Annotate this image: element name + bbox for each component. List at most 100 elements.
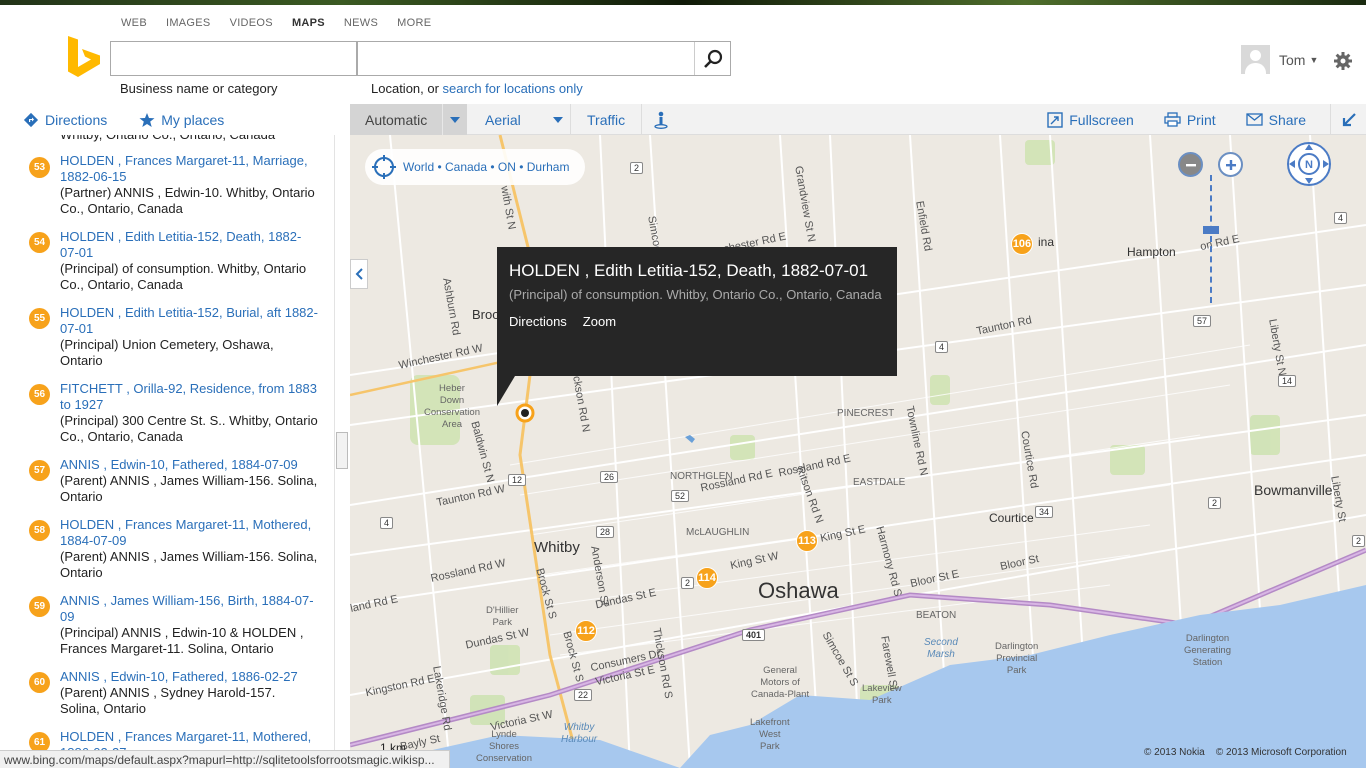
road-shield: 22 (574, 689, 593, 701)
map-canvas[interactable]: Winchester Rd W Taunton Rd W Taunton Rd … (350, 135, 1366, 768)
nav-web[interactable]: WEB (121, 17, 147, 29)
automatic-dropdown[interactable] (442, 104, 467, 135)
map-label-oshawa: Oshawa (758, 578, 839, 603)
nav-images[interactable]: IMAGES (166, 17, 211, 29)
user-menu[interactable]: Tom ▼ (1241, 45, 1318, 74)
gear-icon[interactable] (1333, 51, 1353, 71)
my-places-button[interactable]: My places (139, 112, 224, 128)
result-pin[interactable]: 59 (29, 596, 50, 617)
road-shield: 2 (1208, 497, 1222, 509)
chevron-left-icon (355, 268, 363, 280)
traffic-button[interactable]: Traffic (571, 112, 641, 128)
top-nav: WEB IMAGES VIDEOS MAPS NEWS MORE (121, 17, 450, 29)
map-marker[interactable]: 114 (696, 567, 718, 589)
minus-icon (1185, 163, 1196, 166)
result-title[interactable]: HOLDEN , Frances Margaret-11, Marriage, … (60, 153, 320, 185)
nav-news[interactable]: NEWS (344, 17, 378, 29)
result-pin[interactable]: 53 (29, 157, 50, 178)
result-pin[interactable]: 56 (29, 384, 50, 405)
splitter-handle[interactable] (336, 432, 348, 469)
result-title[interactable]: FITCHETT , Orilla-92, Residence, from 18… (60, 381, 320, 413)
results-panel: Whitby, Ontario Co., Ontario, Canada 53 … (0, 135, 334, 750)
user-name: Tom (1279, 51, 1306, 68)
location-input[interactable] (358, 42, 693, 75)
popup-directions-link[interactable]: Directions (509, 314, 567, 329)
map-marker[interactable]: 106 (1011, 233, 1033, 255)
plus-icon (1225, 159, 1236, 170)
result-pin[interactable]: 60 (29, 672, 50, 693)
nav-videos[interactable]: VIDEOS (230, 17, 273, 29)
result-pin[interactable]: 54 (29, 232, 50, 253)
map-label-northglen: NORTHGLEN (670, 471, 733, 482)
chevron-down-icon (450, 116, 460, 123)
result-title[interactable]: HOLDEN , Frances Margaret-11, Mothered, … (60, 729, 320, 750)
aerial-style-button[interactable]: Aerial (467, 112, 545, 128)
copyright-nokia: © 2013 Nokia (1144, 747, 1205, 758)
streetside-button[interactable] (642, 111, 680, 129)
business-input[interactable] (111, 42, 356, 75)
zoom-out-button[interactable] (1178, 152, 1203, 177)
popup-zoom-link[interactable]: Zoom (583, 314, 616, 329)
map-label-whitby-harbour: Whitby Harbour (561, 722, 598, 745)
mail-icon (1245, 113, 1263, 126)
map-copyright: © 2013 Nokia © 2013 Microsoft Corporatio… (1144, 747, 1347, 758)
avatar (1241, 45, 1270, 74)
map-marker[interactable]: 112 (575, 620, 597, 642)
location-search-box (357, 41, 731, 76)
result-title[interactable]: HOLDEN , Edith Letitia-152, Burial, aft … (60, 305, 320, 337)
fullscreen-label: Fullscreen (1069, 111, 1134, 128)
result-title[interactable]: ANNIS , James William-156, Birth, 1884-0… (60, 593, 320, 625)
result-desc: (Principal) of consumption. Whitby, Onta… (60, 261, 307, 292)
map-label-lakefront-park: Lakefront West Park (750, 717, 790, 752)
result-title[interactable]: HOLDEN , Edith Letitia-152, Death, 1882-… (60, 229, 320, 261)
map-label-eastdale: EASTDALE (853, 477, 906, 488)
result-title[interactable]: ANNIS , Edwin-10, Fathered, 1884-07-09 (60, 457, 320, 473)
popup-title: HOLDEN , Edith Letitia-152, Death, 1882-… (509, 261, 869, 280)
map-toolbar: Directions My places Automatic Aerial Tr… (0, 104, 1366, 135)
my-places-label: My places (161, 111, 225, 128)
road-shield: 401 (742, 629, 766, 641)
map-label-lakeview-park: Lakeview Park (862, 683, 902, 706)
map-label-second-marsh: Second Marsh (924, 637, 958, 660)
directions-button[interactable]: Directions (23, 112, 107, 128)
result-title[interactable]: HOLDEN , Frances Margaret-11, Mothered, … (60, 517, 320, 549)
bing-logo[interactable] (66, 36, 102, 78)
nav-maps[interactable]: MAPS (292, 17, 325, 29)
result-pin[interactable]: 58 (29, 520, 50, 541)
road-shield: 57 (1193, 315, 1212, 327)
compass-icon[interactable]: N (1286, 141, 1332, 187)
popup-actions: Directions Zoom (509, 314, 885, 329)
collapse-header-button[interactable] (1330, 104, 1366, 135)
search-button[interactable] (694, 42, 730, 75)
map-label-whitby: Whitby (534, 539, 580, 556)
zoom-slider-thumb[interactable] (1203, 226, 1219, 234)
search-locations-only-link[interactable]: search for locations only (443, 81, 583, 96)
result-pin[interactable]: 57 (29, 460, 50, 481)
result-pin[interactable]: 61 (29, 732, 50, 750)
print-button[interactable]: Print (1164, 112, 1216, 128)
zoom-slider-track[interactable] (1210, 175, 1212, 303)
zoom-in-button[interactable] (1218, 152, 1243, 177)
header-banner-strip (0, 0, 1366, 5)
automatic-style-button[interactable]: Automatic (350, 104, 442, 135)
breadcrumb-text[interactable]: World • Canada • ON • Durham (403, 160, 569, 174)
map-label-courtice: Courtice (989, 511, 1034, 525)
popup-pointer (497, 376, 515, 406)
nav-more[interactable]: MORE (397, 17, 431, 29)
aerial-dropdown[interactable] (545, 104, 570, 135)
map-label-darlington-station: Darlington Generating Station (1184, 633, 1232, 668)
result-desc: (Parent) ANNIS , James William-156. Soli… (60, 473, 318, 504)
result-title[interactable]: ANNIS , Edwin-10, Fathered, 1886-02-27 (60, 669, 320, 685)
share-button[interactable]: Share (1245, 111, 1306, 128)
collapse-panel-button[interactable] (350, 259, 368, 289)
browser-status-bar: www.bing.com/maps/default.aspx?mapurl=ht… (0, 750, 450, 768)
share-label: Share (1268, 111, 1306, 128)
map-marker[interactable]: 113 (796, 530, 818, 552)
locate-me-icon[interactable] (371, 154, 397, 180)
result-pin[interactable]: 55 (29, 308, 50, 329)
fullscreen-button[interactable]: Fullscreen (1047, 112, 1134, 128)
road-shield: 2 (630, 162, 644, 174)
road-shield: 26 (600, 471, 619, 483)
directions-label: Directions (45, 111, 108, 128)
map-label-bowmanville: Bowmanville (1254, 482, 1333, 498)
